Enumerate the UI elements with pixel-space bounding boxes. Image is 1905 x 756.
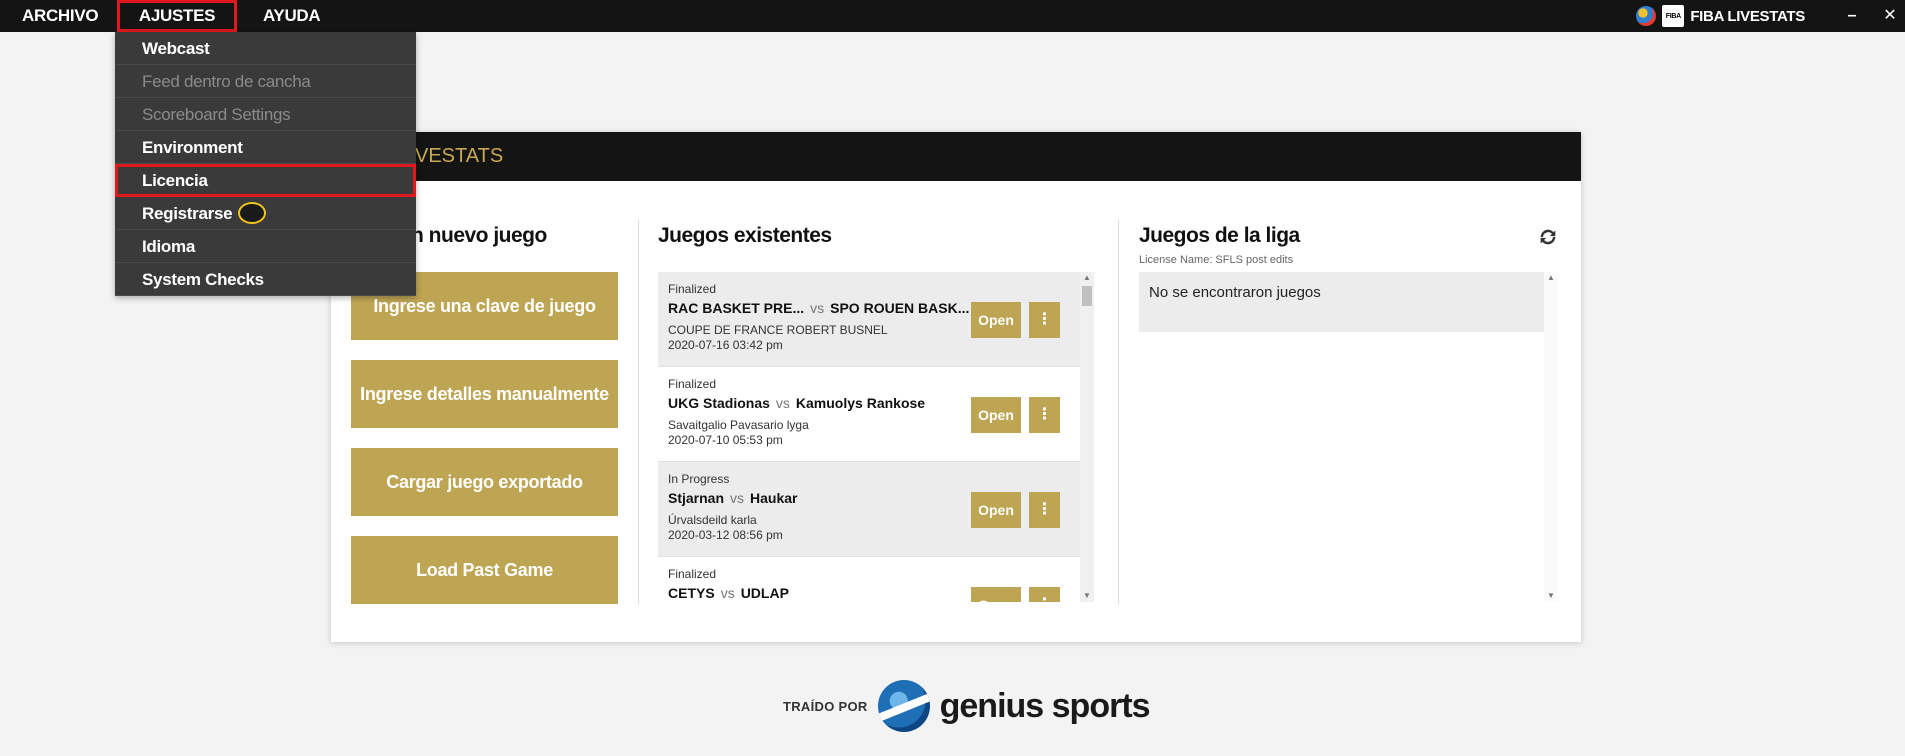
divider [638,220,639,604]
dd-item-idioma[interactable]: Idioma [115,230,416,263]
scroll-down-icon[interactable]: ▼ [1544,590,1558,602]
dd-label: Scoreboard Settings [142,104,291,124]
more-options-icon[interactable]: ⋮ [1029,302,1060,338]
brought-by-label: TRAÍDO POR [783,698,868,714]
open-button[interactable]: Open [971,397,1021,433]
dd-label: Idioma [142,236,195,256]
home-team: RAC BASKET PRE... [668,300,805,316]
brand-title: FIBA LIVESTATS [1690,7,1805,25]
game-row: Finalized CETYS vs UDLAP Open ⋮ [658,557,1091,602]
more-options-icon[interactable]: ⋮ [1029,492,1060,528]
divider [1118,220,1119,604]
scroll-up-icon[interactable]: ▲ [1080,272,1094,284]
more-options-icon[interactable]: ⋮ [1029,587,1060,602]
fiba-logo: FIBA [1662,5,1685,27]
license-name: License Name: SFLS post edits [1139,254,1294,266]
app-brand: FIBA FIBA LIVESTATS [1636,0,1805,32]
dd-item-scoreboard-settings: Scoreboard Settings [115,98,416,131]
dd-item-registrarse[interactable]: Registrarse [115,197,416,230]
open-button[interactable]: Open [971,302,1021,338]
scroll-thumb[interactable] [1082,286,1092,306]
dd-label: System Checks [142,269,264,289]
game-row: Finalized RAC BASKET PRE... vs SPO ROUEN B… [658,272,1091,367]
menu-ajustes[interactable]: AJUSTES [117,0,237,32]
home-team: CETYS [668,585,715,601]
refresh-icon[interactable] [1537,226,1559,248]
dd-label: Feed dentro de cancha [142,71,311,91]
dd-label: Licencia [142,170,208,190]
menubar: ARCHIVO AJUSTES AYUDA FIBA FIBA LIVESTAT… [0,0,1905,32]
load-past-game-button[interactable]: Load Past Game [351,536,618,604]
genius-sports-logo-icon [877,680,930,732]
main-card: VESTATS n nuevo juego Ingrese una clave … [331,132,1581,642]
league-scrollbar[interactable]: ▲ ▼ [1544,272,1558,602]
more-options-icon[interactable]: ⋮ [1029,397,1060,433]
open-button[interactable]: Open [971,587,1021,602]
dd-item-feed: Feed dentro de cancha [115,65,416,98]
open-button[interactable]: Open [971,492,1021,528]
home-team: UKG Stadionas [668,395,770,411]
dd-label: Registrarse [142,203,233,223]
dd-item-webcast[interactable]: Webcast [115,32,416,65]
enter-details-manually-button[interactable]: Ingrese detalles manualmente [351,360,618,428]
genius-sports-text: genius sports [939,686,1151,725]
league-games-empty: No se encontraron juegos [1139,272,1544,332]
game-date: 2020-07-10 05:53 pm [668,433,783,447]
menu-ayuda[interactable]: AYUDA [263,0,321,32]
game-status: Finalized [668,567,717,581]
close-icon[interactable]: ✕ [1878,0,1902,32]
existing-games-list: Finalized RAC BASKET PRE... vs SPO ROUEN B… [658,272,1091,602]
dd-label: Webcast [142,38,210,58]
menu-archivo[interactable]: ARCHIVO [22,0,99,32]
away-team: Kamuolys Rankose [795,395,926,411]
game-date: 2020-07-16 03:42 pm [668,338,783,352]
dd-item-system-checks[interactable]: System Checks [115,263,416,296]
game-status: Finalized [668,377,717,391]
minimize-icon[interactable]: – [1840,0,1864,32]
league-games-title: Juegos de la liga [1139,224,1300,247]
away-team: SPO ROUEN BASK... [830,300,970,316]
vs-label: vs [720,585,735,601]
load-exported-game-button[interactable]: Cargar juego exportado [351,448,618,516]
dd-item-licencia[interactable]: Licencia [115,164,416,197]
vs-label: vs [775,395,790,411]
card-header: VESTATS [331,132,1581,181]
dd-item-environment[interactable]: Environment [115,131,416,164]
game-status: In Progress [668,472,730,486]
home-team: Stjarnan [668,490,725,506]
game-row: Finalized UKG Stadionas vs Kamuolys Rankos… [658,367,1091,462]
footer: TRAÍDO POR genius sports [783,680,1151,732]
away-team: Haukar [750,490,798,506]
game-row: In Progress Stjarnan vs Haukar Úrvalsdeild… [658,462,1091,557]
card-header-title: VESTATS [415,145,504,167]
ajustes-dropdown: Webcast Feed dentro de cancha Scoreboard… [115,32,416,296]
vs-label: vs [730,490,745,506]
dd-label: Environment [142,137,243,157]
new-game-title: n nuevo juego [411,224,547,247]
globe-icon [1636,6,1657,26]
existing-games-title: Juegos existentes [658,224,832,247]
games-scrollbar[interactable]: ▲ ▼ [1080,272,1094,602]
badge-icon [238,202,267,224]
game-status: Finalized [668,282,717,296]
vs-label: vs [810,300,825,316]
scroll-down-icon[interactable]: ▼ [1080,590,1094,602]
away-team: UDLAP [740,585,789,601]
game-date: 2020-03-12 08:56 pm [668,528,783,542]
scroll-up-icon[interactable]: ▲ [1544,272,1558,284]
